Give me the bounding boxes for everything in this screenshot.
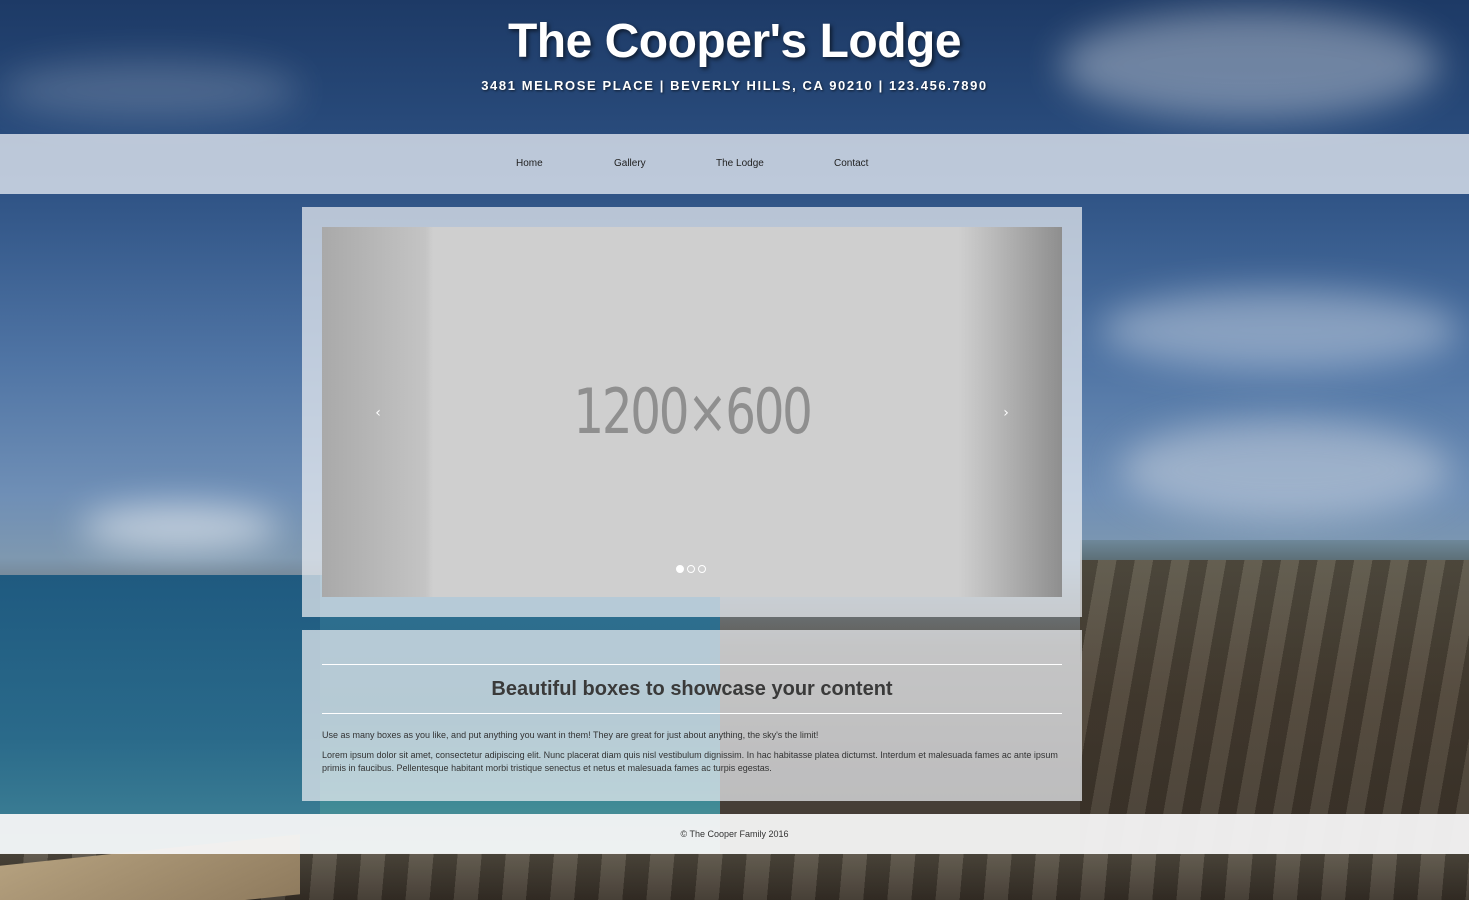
slider-panel: 1200×600 ‹ › (302, 207, 1082, 617)
slider-dot[interactable] (687, 565, 695, 573)
main-nav: Home Gallery The Lodge Contact (0, 134, 1469, 194)
slider-pagination (676, 565, 706, 575)
content-box-title: Beautiful boxes to showcase your content (491, 678, 893, 700)
nav-item-home[interactable]: Home (516, 158, 543, 169)
divider (322, 713, 1062, 714)
cloud (1120, 420, 1450, 520)
slider-dot[interactable] (676, 565, 684, 573)
chevron-right-icon[interactable]: › (998, 405, 1014, 421)
image-slider[interactable]: 1200×600 ‹ › (322, 227, 1062, 597)
slider-dot[interactable] (698, 565, 706, 573)
nav-item-contact[interactable]: Contact (834, 158, 868, 169)
content-box-intro: Use as many boxes as you like, and put a… (322, 730, 819, 740)
cloud (1100, 290, 1460, 370)
copyright-text: © The Cooper Family 2016 (680, 829, 789, 839)
site-header: The Cooper's Lodge 3481 MELROSE PLACE | … (0, 0, 1469, 134)
content-box-body: Lorem ipsum dolor sit amet, consectetur … (322, 750, 1058, 773)
horizon (1080, 540, 1469, 562)
slide-placeholder-image: 1200×600 (573, 375, 813, 448)
content-box: Beautiful boxes to showcase your content… (302, 630, 1082, 801)
site-address: 3481 MELROSE PLACE | BEVERLY HILLS, CA 9… (481, 78, 988, 93)
nav-item-the-lodge[interactable]: The Lodge (716, 158, 764, 169)
site-title: The Cooper's Lodge (507, 15, 962, 68)
chevron-left-icon[interactable]: ‹ (370, 405, 386, 421)
site-footer: © The Cooper Family 2016 (0, 814, 1469, 854)
cloud (80, 505, 280, 550)
nav-item-gallery[interactable]: Gallery (614, 158, 646, 169)
divider (322, 664, 1062, 665)
